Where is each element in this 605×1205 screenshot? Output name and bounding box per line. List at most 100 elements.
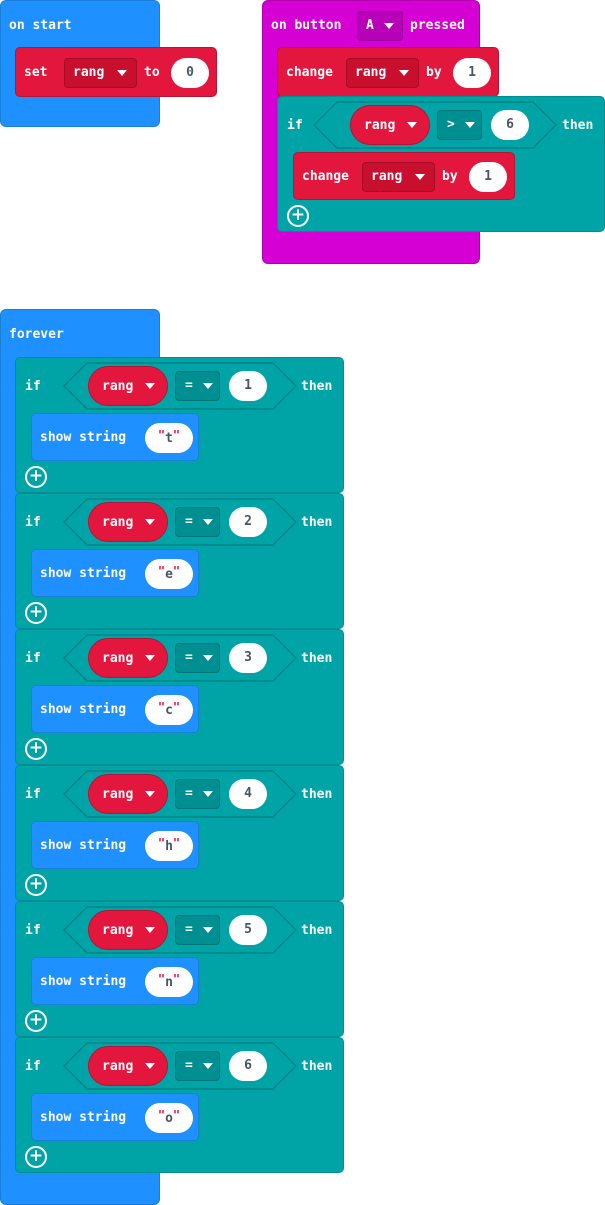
then-label: then bbox=[301, 651, 333, 666]
compare-value-input[interactable]: 6 bbox=[491, 110, 529, 140]
caret-down-icon bbox=[145, 383, 155, 389]
close-quote-icon: " bbox=[172, 700, 181, 714]
variable-dropdown-label: rang bbox=[371, 169, 403, 184]
string-input[interactable]: "n" bbox=[145, 967, 193, 997]
string-input[interactable]: "t" bbox=[145, 423, 193, 453]
variable-reporter-label: rang bbox=[102, 923, 134, 938]
show-string-label: show string bbox=[40, 430, 127, 445]
caret-down-icon bbox=[203, 791, 213, 797]
then-label: then bbox=[562, 118, 594, 133]
compare-value-input[interactable]: 6 bbox=[229, 1051, 267, 1081]
button-dropdown[interactable]: A bbox=[357, 11, 403, 41]
open-quote-icon: " bbox=[157, 836, 166, 850]
value-input[interactable]: 1 bbox=[453, 58, 491, 88]
variable-reporter[interactable]: rang bbox=[88, 774, 168, 814]
plus-circle-icon[interactable]: + bbox=[25, 874, 47, 896]
caret-down-icon bbox=[145, 791, 155, 797]
caret-down-icon bbox=[465, 122, 475, 128]
string-input[interactable]: "h" bbox=[145, 831, 193, 861]
close-quote-icon: " bbox=[172, 836, 181, 850]
caret-down-icon bbox=[117, 70, 127, 76]
show-string-block[interactable]: show string "c" bbox=[31, 685, 199, 733]
compare-value-input[interactable]: 4 bbox=[229, 779, 267, 809]
show-string-label: show string bbox=[40, 702, 127, 717]
operator-dropdown-label: = bbox=[185, 378, 193, 393]
string-value: t bbox=[165, 431, 173, 446]
forever-label: forever bbox=[9, 327, 64, 342]
operator-dropdown-label: = bbox=[185, 786, 193, 801]
show-string-block[interactable]: show string "n" bbox=[31, 957, 199, 1005]
caret-down-icon bbox=[203, 655, 213, 661]
operator-dropdown-label: = bbox=[185, 650, 193, 665]
variable-dropdown[interactable]: rang bbox=[64, 58, 137, 88]
compare-value-input[interactable]: 2 bbox=[229, 507, 267, 537]
caret-down-icon bbox=[145, 1063, 155, 1069]
caret-down-icon bbox=[203, 383, 213, 389]
string-value: n bbox=[165, 975, 173, 990]
operator-dropdown[interactable]: = bbox=[175, 371, 220, 401]
caret-down-icon bbox=[203, 1063, 213, 1069]
string-input[interactable]: "o" bbox=[145, 1103, 193, 1133]
variable-reporter[interactable]: rang bbox=[88, 1046, 168, 1086]
pressed-label: pressed bbox=[410, 18, 465, 33]
string-value: o bbox=[165, 1111, 173, 1126]
variable-reporter-label: rang bbox=[102, 651, 134, 666]
open-quote-icon: " bbox=[157, 1108, 166, 1122]
compare-value-input[interactable]: 3 bbox=[229, 643, 267, 673]
plus-circle-icon[interactable]: + bbox=[25, 1010, 47, 1032]
change-variable-block[interactable]: change rang by 1 bbox=[293, 152, 515, 200]
plus-circle-icon[interactable]: + bbox=[25, 602, 47, 624]
set-variable-block[interactable]: set rang to 0 bbox=[15, 47, 217, 97]
compare-value-input[interactable]: 5 bbox=[229, 915, 267, 945]
if-label: if bbox=[25, 651, 41, 666]
variable-reporter[interactable]: rang bbox=[88, 910, 168, 950]
then-label: then bbox=[301, 379, 333, 394]
by-label: by bbox=[426, 65, 442, 80]
show-string-block[interactable]: show string "e" bbox=[31, 549, 199, 597]
operator-dropdown[interactable]: = bbox=[175, 915, 220, 945]
operator-dropdown[interactable]: = bbox=[175, 507, 220, 537]
plus-circle-icon[interactable]: + bbox=[25, 1146, 47, 1168]
if-label: if bbox=[25, 787, 41, 802]
plus-circle-icon[interactable]: + bbox=[25, 466, 47, 488]
show-string-label: show string bbox=[40, 1110, 127, 1125]
string-input[interactable]: "e" bbox=[145, 559, 193, 589]
close-quote-icon: " bbox=[172, 1108, 181, 1122]
variable-reporter[interactable]: rang bbox=[350, 105, 430, 145]
show-string-block[interactable]: show string "t" bbox=[31, 413, 199, 461]
if-label: if bbox=[25, 923, 41, 938]
set-label: set bbox=[24, 65, 48, 80]
compare-value-input[interactable]: 1 bbox=[229, 371, 267, 401]
then-label: then bbox=[301, 1059, 333, 1074]
if-label: if bbox=[287, 118, 303, 133]
show-string-block[interactable]: show string "o" bbox=[31, 1093, 199, 1141]
open-quote-icon: " bbox=[157, 428, 166, 442]
show-string-block[interactable]: show string "h" bbox=[31, 821, 199, 869]
value-input[interactable]: 1 bbox=[469, 162, 507, 192]
change-variable-block[interactable]: change rang by 1 bbox=[277, 47, 499, 97]
variable-reporter[interactable]: rang bbox=[88, 638, 168, 678]
if-label: if bbox=[25, 1059, 41, 1074]
operator-dropdown[interactable]: = bbox=[175, 1051, 220, 1081]
value-input[interactable]: 0 bbox=[171, 58, 209, 88]
variable-dropdown[interactable]: rang bbox=[362, 162, 435, 192]
close-quote-icon: " bbox=[172, 428, 181, 442]
open-quote-icon: " bbox=[157, 700, 166, 714]
string-input[interactable]: "c" bbox=[145, 695, 193, 725]
by-label: by bbox=[442, 169, 458, 184]
operator-dropdown[interactable]: = bbox=[175, 779, 220, 809]
to-label: to bbox=[144, 65, 160, 80]
show-string-label: show string bbox=[40, 838, 127, 853]
operator-dropdown[interactable]: = bbox=[175, 643, 220, 673]
operator-dropdown[interactable]: > bbox=[437, 110, 482, 140]
variable-reporter[interactable]: rang bbox=[88, 366, 168, 406]
show-string-label: show string bbox=[40, 566, 127, 581]
variable-reporter[interactable]: rang bbox=[88, 502, 168, 542]
plus-circle-icon[interactable]: + bbox=[25, 738, 47, 760]
caret-down-icon bbox=[415, 174, 425, 180]
close-quote-icon: " bbox=[172, 972, 181, 986]
plus-circle-icon[interactable]: + bbox=[287, 205, 309, 227]
then-label: then bbox=[301, 923, 333, 938]
change-label: change bbox=[302, 169, 349, 184]
variable-dropdown[interactable]: rang bbox=[346, 58, 419, 88]
